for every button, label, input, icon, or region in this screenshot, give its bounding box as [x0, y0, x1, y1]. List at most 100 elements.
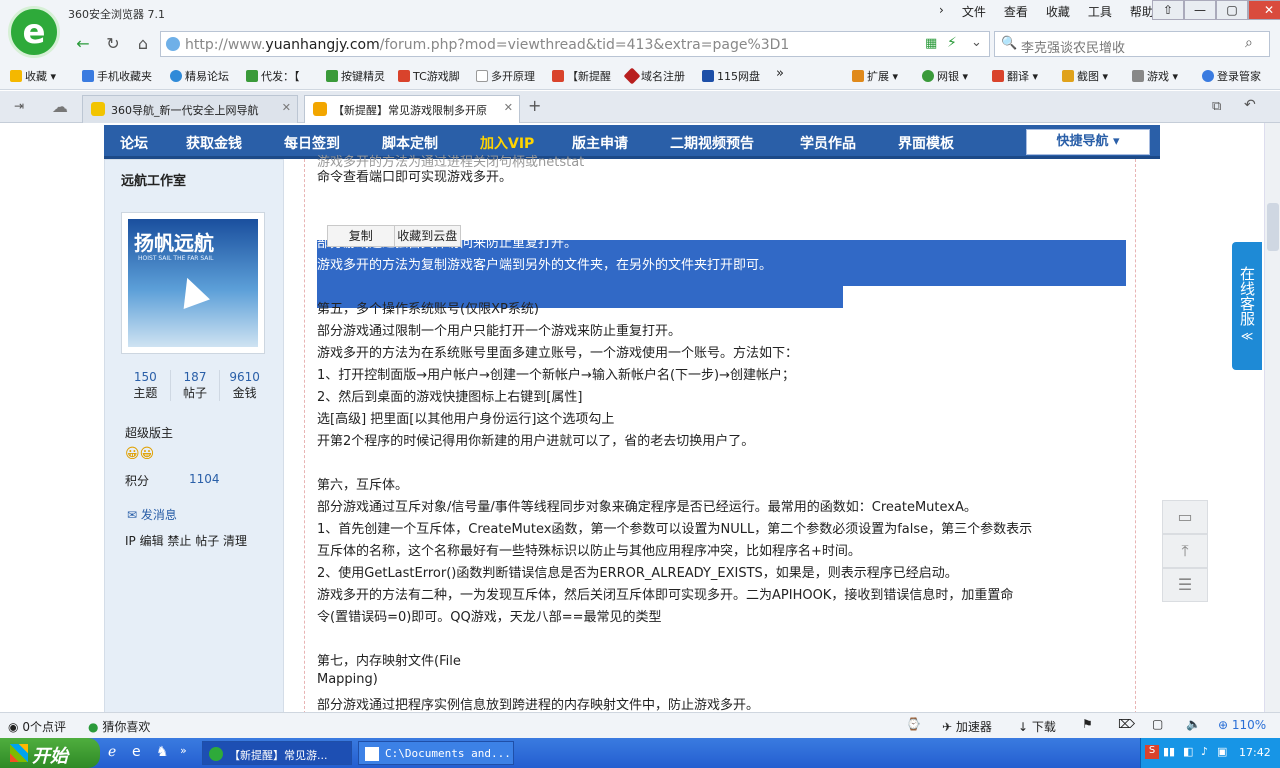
page-scrollbar[interactable]	[1264, 123, 1280, 712]
avatar[interactable]: 扬帆远航 HOIST SAIL THE FAR SAIL	[121, 212, 265, 354]
mail-icon: ✉	[127, 508, 138, 522]
nav-moderator-apply[interactable]: 版主申请	[572, 133, 628, 153]
bookmark-label: 【新提醒	[567, 70, 611, 83]
quicklaunch-browser-icon[interactable]: e	[132, 744, 141, 760]
admin-links[interactable]: IP 编辑 禁止 帖子 清理	[125, 532, 247, 549]
cloud-icon[interactable]: ☁	[52, 97, 68, 116]
bookmark-domain[interactable]: 域名注册	[623, 67, 685, 85]
bookmark-115[interactable]: 115网盘	[702, 68, 760, 84]
bookmark-favorites[interactable]: 收藏 ▾	[10, 68, 56, 84]
tab-360-nav[interactable]: 360导航_新一代安全上网导航 ✕	[82, 95, 298, 123]
new-tab-button[interactable]: +	[528, 96, 541, 115]
nav-student-works[interactable]: 学员作品	[800, 133, 856, 153]
bookmark-jingyi[interactable]: 精易论坛	[170, 68, 229, 84]
copy-button[interactable]: 复制	[328, 226, 394, 246]
search-engine-icon[interactable]: 🔍	[1001, 36, 1017, 51]
list-icon[interactable]: ☰	[1162, 568, 1208, 602]
toolbar-games[interactable]: 游戏 ▾	[1132, 68, 1178, 84]
zoom-control[interactable]: ⊕ 110%	[1218, 718, 1266, 732]
volume-icon[interactable]: 🔈	[1186, 717, 1201, 731]
scroll-thumb[interactable]	[1267, 203, 1279, 251]
nav-video-preview[interactable]: 二期视频预告	[670, 133, 754, 153]
window-icon[interactable]: ▢	[1152, 717, 1163, 731]
bookmark-daifa[interactable]: 代发：【	[246, 68, 300, 84]
browser-logo[interactable]: e	[8, 6, 60, 58]
accelerator-button[interactable]: ✈ 加速器	[942, 718, 992, 735]
nav-daily-checkin[interactable]: 每日签到	[284, 133, 340, 153]
home-icon[interactable]: ⌂	[130, 32, 156, 56]
toolbar-extensions[interactable]: 扩展 ▾	[852, 68, 898, 84]
minimize-button[interactable]: —	[1184, 0, 1216, 20]
quicklaunch-ie-icon[interactable]: ℯ	[108, 744, 116, 760]
bookmark-mobile[interactable]: 手机收藏夹	[82, 68, 152, 84]
nav-script-custom[interactable]: 脚本定制	[382, 133, 438, 153]
post-line: 第七，内存映射文件(File	[317, 654, 461, 669]
close-icon[interactable]: ✕	[282, 101, 291, 114]
cleanup-icon[interactable]: ⌦	[1118, 717, 1135, 731]
online-service-button[interactable]: 在线客服 ≪	[1232, 242, 1262, 370]
tray-app-icon[interactable]: ◧	[1183, 745, 1193, 758]
nav-forum[interactable]: 论坛	[120, 133, 148, 153]
undo-close-icon[interactable]: ↶	[1244, 97, 1256, 113]
post-line: 游戏多开的方法为复制游戏客户端到另外的文件夹，在另外的文件夹打开即可。	[317, 258, 773, 273]
back-icon[interactable]: ←	[70, 32, 96, 56]
comments-status[interactable]: ◉ 0个点评	[8, 718, 66, 735]
nav-earn-money[interactable]: 获取金钱	[186, 133, 242, 153]
toolbar-screenshot[interactable]: 截图 ▾	[1062, 68, 1108, 84]
stat-money[interactable]: 9610 金钱	[219, 370, 269, 401]
tab-current-post[interactable]: 【新提醒】常见游戏限制多开原 ✕	[304, 95, 520, 123]
pin-button[interactable]: ⇧	[1152, 0, 1184, 20]
chevron-down-icon[interactable]: ⌄	[971, 35, 982, 50]
sidebar-toggle-icon[interactable]: ⇥	[14, 99, 24, 113]
send-message-link[interactable]: ✉ 发消息	[127, 506, 177, 523]
close-icon[interactable]: ✕	[504, 101, 513, 114]
system-tray: S ▮▮ ◧ ♪ ▣ 17:42	[1140, 738, 1280, 768]
nav-join-vip[interactable]: 加入VIP	[480, 133, 534, 153]
menu-arrow-icon[interactable]: ›	[930, 3, 953, 20]
toolbar-login-manager[interactable]: 登录管家	[1202, 68, 1261, 84]
quicklaunch-qq-icon[interactable]: ♞	[156, 744, 169, 760]
taskbar-item-explorer[interactable]: C:\Documents and...	[358, 741, 514, 765]
save-to-cloud-button[interactable]: 收藏到云盘	[393, 226, 461, 246]
menu-view[interactable]: 查看	[995, 3, 1037, 20]
guess-status[interactable]: ● 猜你喜欢	[88, 718, 150, 735]
toolbar-banking[interactable]: 网银 ▾	[922, 68, 968, 84]
search-icon[interactable]: ⌕	[1245, 35, 1253, 51]
search-input[interactable]: 🔍 李克强谈农民增收 ⌕	[994, 31, 1270, 57]
tray-s-icon[interactable]: S	[1145, 745, 1159, 759]
menu-favorites[interactable]: 收藏	[1037, 3, 1079, 20]
close-button[interactable]: ✕	[1248, 0, 1280, 20]
stat-posts[interactable]: 187 帖子	[169, 370, 220, 401]
quick-nav-button[interactable]: 快捷导航 ▾	[1026, 129, 1150, 155]
taskbar-item-label: C:\Documents and...	[385, 747, 511, 760]
stat-threads[interactable]: 150 主题	[121, 370, 170, 401]
bookmark-tixing[interactable]: 【新提醒	[552, 68, 611, 84]
address-input[interactable]: http://www.yuanhangjy.com/forum.php?mod=…	[160, 31, 990, 57]
comment-icon[interactable]: ▭	[1162, 500, 1208, 534]
taskbar-item-browser[interactable]: 【新提醒】常见游...	[202, 741, 352, 765]
menu-tools[interactable]: 工具	[1079, 3, 1121, 20]
bookmark-duokai[interactable]: 多开原理	[476, 68, 535, 84]
flag-icon[interactable]: ⚑	[1082, 717, 1093, 731]
toolbar-translate[interactable]: 翻译 ▾	[992, 68, 1038, 84]
bookmark-tc[interactable]: TC游戏脚	[398, 68, 460, 84]
more-bookmarks-icon[interactable]: »	[776, 66, 784, 81]
lightning-icon[interactable]: ⚡	[947, 35, 957, 51]
avatar-title: 扬帆远航	[134, 231, 214, 255]
nav-ui-templates[interactable]: 界面模板	[898, 133, 954, 153]
refresh-icon[interactable]: ↻	[100, 32, 126, 56]
tray-volume-icon[interactable]: ♪	[1201, 745, 1208, 758]
quicklaunch-more-icon[interactable]: »	[180, 744, 187, 757]
maximize-button[interactable]: ▢	[1216, 0, 1248, 20]
restore-tabs-icon[interactable]: ⧉	[1212, 99, 1221, 114]
menu-file[interactable]: 文件	[953, 3, 995, 20]
quick-nav-label: 快捷导航	[1056, 134, 1109, 149]
tray-monitor-icon[interactable]: ▣	[1217, 745, 1227, 758]
history-icon[interactable]: ⌚	[906, 717, 921, 731]
bookmark-anjian[interactable]: 按键精灵	[326, 68, 385, 84]
qrcode-icon[interactable]: ▦	[925, 36, 937, 51]
back-to-top-icon[interactable]: ⤒	[1162, 534, 1208, 568]
tray-network-icon[interactable]: ▮▮	[1163, 745, 1175, 758]
username[interactable]: 远航工作室	[121, 170, 186, 189]
download-button[interactable]: ↓ 下载	[1018, 718, 1056, 735]
